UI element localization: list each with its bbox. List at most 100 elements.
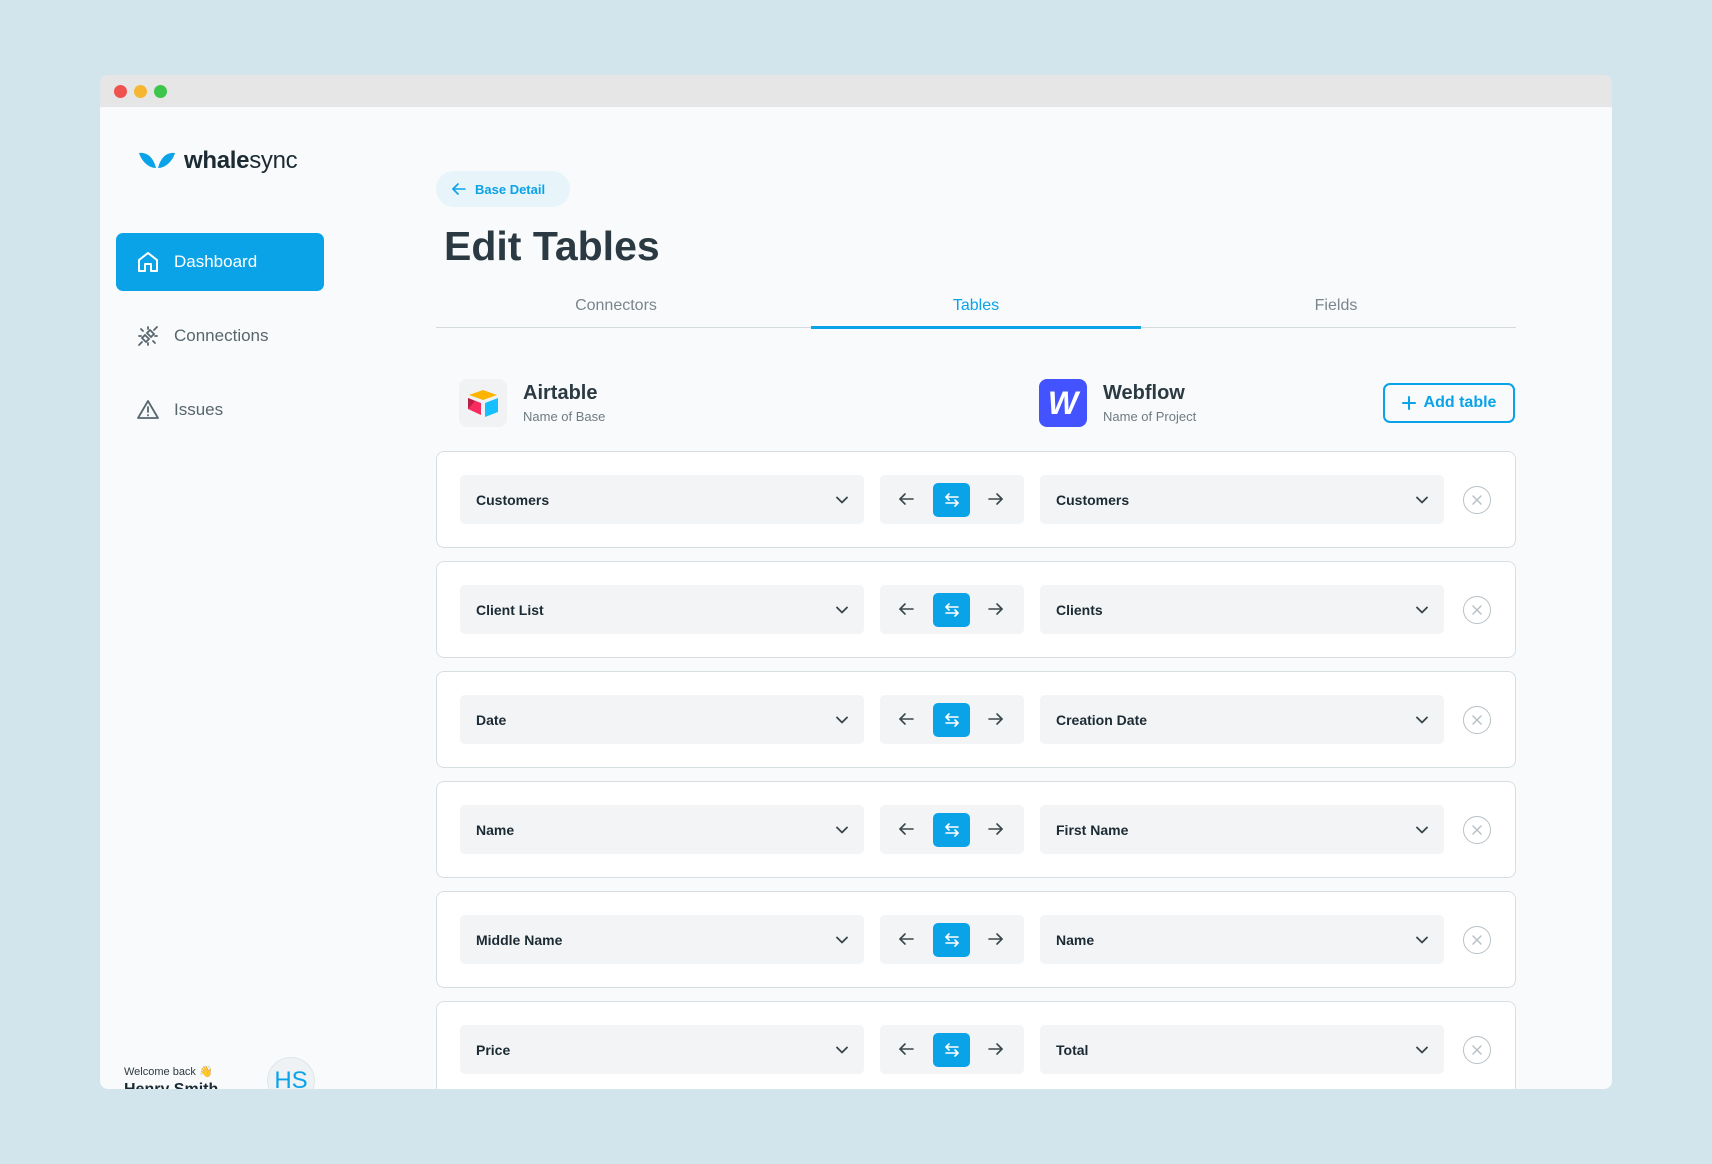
target-app-name: Webflow bbox=[1103, 382, 1185, 404]
target-table-select[interactable]: Clients bbox=[1040, 585, 1444, 634]
two-way-sync-button[interactable] bbox=[933, 703, 970, 737]
select-value: Clients bbox=[1056, 601, 1103, 618]
arrow-right-icon[interactable] bbox=[988, 712, 1004, 726]
arrow-left-icon bbox=[452, 183, 466, 195]
swap-arrows-icon bbox=[944, 933, 959, 947]
source-app-name: Airtable bbox=[523, 382, 598, 404]
chevron-down-icon bbox=[1416, 606, 1428, 613]
sidebar-item-issues[interactable]: Issues bbox=[116, 381, 324, 439]
two-way-sync-button[interactable] bbox=[933, 923, 970, 957]
plus-icon bbox=[1401, 396, 1416, 410]
select-value: Total bbox=[1056, 1041, 1089, 1058]
chevron-down-icon bbox=[1416, 936, 1428, 943]
arrow-right-icon[interactable] bbox=[988, 602, 1004, 616]
minimize-window-button[interactable] bbox=[134, 85, 147, 98]
close-icon bbox=[1472, 605, 1482, 615]
arrow-right-icon[interactable] bbox=[988, 932, 1004, 946]
add-table-button[interactable]: Add table bbox=[1383, 383, 1515, 423]
arrow-left-icon[interactable] bbox=[898, 492, 914, 506]
arrow-left-icon[interactable] bbox=[898, 932, 914, 946]
sync-direction-control bbox=[880, 475, 1024, 524]
source-table-select[interactable]: Client List bbox=[460, 585, 864, 634]
tab-fields[interactable]: Fields bbox=[1156, 297, 1516, 327]
remove-row-button[interactable] bbox=[1463, 706, 1491, 734]
whale-tail-icon bbox=[139, 152, 175, 168]
chevron-down-icon bbox=[1416, 826, 1428, 833]
swap-arrows-icon bbox=[944, 713, 959, 727]
avatar[interactable]: HS bbox=[267, 1057, 315, 1089]
target-app-subtitle: Name of Project bbox=[1103, 409, 1197, 424]
maximize-window-button[interactable] bbox=[154, 85, 167, 98]
source-table-select[interactable]: Date bbox=[460, 695, 864, 744]
back-button[interactable]: Base Detail bbox=[436, 171, 571, 207]
swap-arrows-icon bbox=[944, 603, 959, 617]
source-table-select[interactable]: Customers bbox=[460, 475, 864, 524]
chevron-down-icon bbox=[1416, 496, 1428, 503]
sidebar-item-dashboard[interactable]: Dashboard bbox=[116, 233, 324, 291]
arrow-left-icon[interactable] bbox=[898, 1042, 914, 1056]
page-title: Edit Tables bbox=[444, 223, 660, 269]
sidebar-item-label: Issues bbox=[174, 400, 224, 419]
arrow-left-icon[interactable] bbox=[898, 822, 914, 836]
target-table-select[interactable]: Total bbox=[1040, 1025, 1444, 1074]
webflow-logo-icon: W bbox=[1039, 379, 1087, 427]
chevron-down-icon bbox=[1416, 716, 1428, 723]
remove-row-button[interactable] bbox=[1463, 1036, 1491, 1064]
select-value: Middle Name bbox=[476, 931, 563, 948]
table-mapping-row: Date Creation Date bbox=[436, 671, 1516, 768]
sync-direction-control bbox=[880, 805, 1024, 854]
arrow-left-icon[interactable] bbox=[898, 602, 914, 616]
user-name: Henry Smith bbox=[124, 1081, 218, 1089]
target-table-select[interactable]: First Name bbox=[1040, 805, 1444, 854]
select-value: Customers bbox=[476, 491, 550, 508]
swap-arrows-icon bbox=[944, 823, 959, 837]
source-table-select[interactable]: Name bbox=[460, 805, 864, 854]
target-table-select[interactable]: Creation Date bbox=[1040, 695, 1444, 744]
select-value: Name bbox=[476, 821, 515, 838]
select-value: Customers bbox=[1056, 491, 1130, 508]
arrow-right-icon[interactable] bbox=[988, 822, 1004, 836]
source-app-subtitle: Name of Base bbox=[523, 409, 606, 424]
tab-tables[interactable]: Tables bbox=[796, 297, 1156, 329]
target-app-meta: Webflow Name of Project bbox=[1103, 382, 1196, 424]
brand-name: whalesync bbox=[184, 147, 298, 174]
swap-arrows-icon bbox=[944, 1043, 959, 1057]
app-window: whalesync Dashboard Connections Issues W… bbox=[100, 75, 1612, 1089]
source-app-header: Airtable Name of Base bbox=[459, 379, 605, 427]
source-table-select[interactable]: Middle Name bbox=[460, 915, 864, 964]
sync-direction-control bbox=[880, 695, 1024, 744]
sidebar-item-connections[interactable]: Connections bbox=[116, 307, 324, 365]
remove-row-button[interactable] bbox=[1463, 926, 1491, 954]
select-value: Creation Date bbox=[1056, 711, 1148, 728]
chevron-down-icon bbox=[836, 606, 848, 613]
tab-connectors[interactable]: Connectors bbox=[436, 297, 796, 327]
select-value: Price bbox=[476, 1041, 511, 1058]
arrow-right-icon[interactable] bbox=[988, 1042, 1004, 1056]
sync-direction-control bbox=[880, 585, 1024, 634]
brand-logo[interactable]: whalesync bbox=[138, 147, 298, 175]
select-value: First Name bbox=[1056, 821, 1129, 838]
close-icon bbox=[1472, 1045, 1482, 1055]
target-table-select[interactable]: Customers bbox=[1040, 475, 1444, 524]
sidebar-item-label: Dashboard bbox=[174, 252, 258, 271]
welcome-block: Welcome back 👋 Henry Smith bbox=[124, 1065, 218, 1089]
sidebar-item-label: Connections bbox=[174, 326, 269, 345]
chevron-down-icon bbox=[836, 1046, 848, 1053]
warning-triangle-icon bbox=[137, 400, 159, 419]
two-way-sync-button[interactable] bbox=[933, 813, 970, 847]
two-way-sync-button[interactable] bbox=[933, 1033, 970, 1067]
target-app-header: W Webflow Name of Project bbox=[1039, 379, 1196, 427]
chevron-down-icon bbox=[836, 826, 848, 833]
remove-row-button[interactable] bbox=[1463, 816, 1491, 844]
two-way-sync-button[interactable] bbox=[933, 483, 970, 517]
arrow-left-icon[interactable] bbox=[898, 712, 914, 726]
chevron-down-icon bbox=[1416, 1046, 1428, 1053]
remove-row-button[interactable] bbox=[1463, 486, 1491, 514]
close-window-button[interactable] bbox=[114, 85, 127, 98]
arrow-right-icon[interactable] bbox=[988, 492, 1004, 506]
remove-row-button[interactable] bbox=[1463, 596, 1491, 624]
source-app-meta: Airtable Name of Base bbox=[523, 382, 605, 424]
source-table-select[interactable]: Price bbox=[460, 1025, 864, 1074]
two-way-sync-button[interactable] bbox=[933, 593, 970, 627]
target-table-select[interactable]: Name bbox=[1040, 915, 1444, 964]
